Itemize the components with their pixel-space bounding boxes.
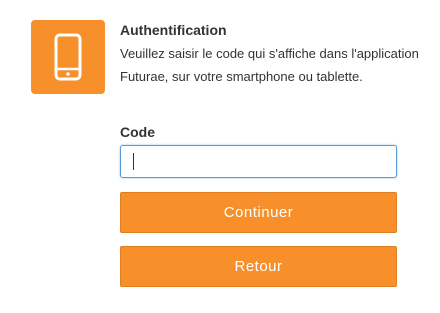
back-button[interactable]: Retour [120, 246, 397, 287]
text-caret [133, 153, 134, 170]
smartphone-tile [31, 20, 105, 94]
auth-description: Veuillez saisir le code qui s'affiche da… [120, 46, 419, 84]
auth-title: Authentification [120, 22, 227, 38]
code-label: Code [120, 124, 155, 140]
smartphone-icon [54, 33, 82, 81]
code-input[interactable] [120, 145, 397, 178]
continue-button[interactable]: Continuer [120, 192, 397, 233]
